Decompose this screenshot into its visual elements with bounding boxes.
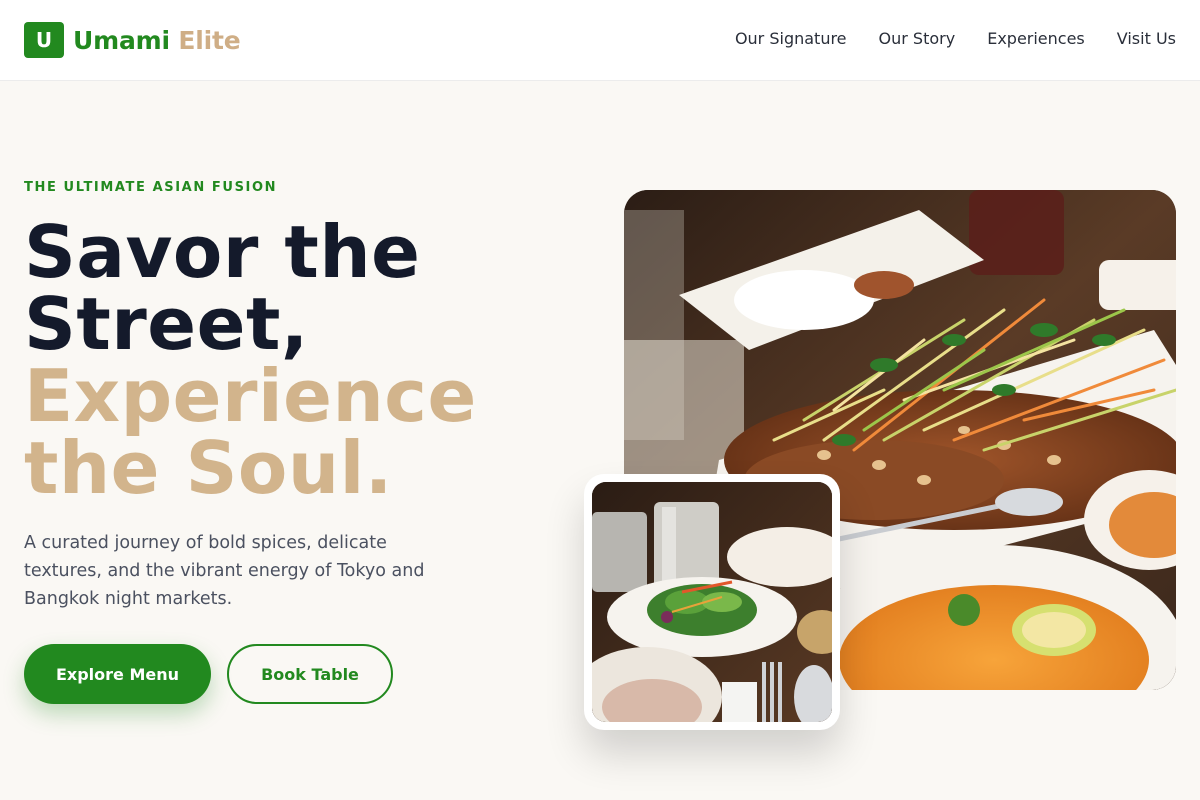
brand-logo[interactable]: U Umami Elite: [24, 22, 241, 58]
nav-our-signature[interactable]: Our Signature: [735, 28, 847, 50]
headline-line-3: Experience: [24, 354, 477, 438]
secondary-food-photo: [592, 482, 832, 722]
site-header: U Umami Elite Our Signature Our Story Ex…: [0, 0, 1200, 81]
headline-line-4: the Soul.: [24, 426, 393, 510]
brand-name-primary: Umami: [73, 25, 170, 55]
explore-menu-button[interactable]: Explore Menu: [24, 644, 211, 704]
hero-description: A curated journey of bold spices, delica…: [24, 533, 425, 609]
hero-headline: Savor the Street, Experience the Soul.: [24, 216, 564, 504]
main-nav: Our Signature Our Story Experiences Visi…: [735, 28, 1176, 50]
secondary-photo-card: [584, 474, 840, 730]
headline-line-2: Street,: [24, 282, 309, 366]
logo-mark-icon: U: [24, 22, 64, 58]
hero-eyebrow: THE ULTIMATE ASIAN FUSION: [24, 180, 278, 195]
headline-line-1: Savor the: [24, 210, 421, 294]
brand-name-secondary: Elite: [178, 25, 241, 55]
book-table-button[interactable]: Book Table: [227, 644, 393, 704]
brand-name: Umami Elite: [73, 25, 241, 55]
nav-our-story[interactable]: Our Story: [879, 28, 956, 50]
nav-experiences[interactable]: Experiences: [987, 28, 1085, 50]
nav-visit-us[interactable]: Visit Us: [1117, 28, 1176, 50]
